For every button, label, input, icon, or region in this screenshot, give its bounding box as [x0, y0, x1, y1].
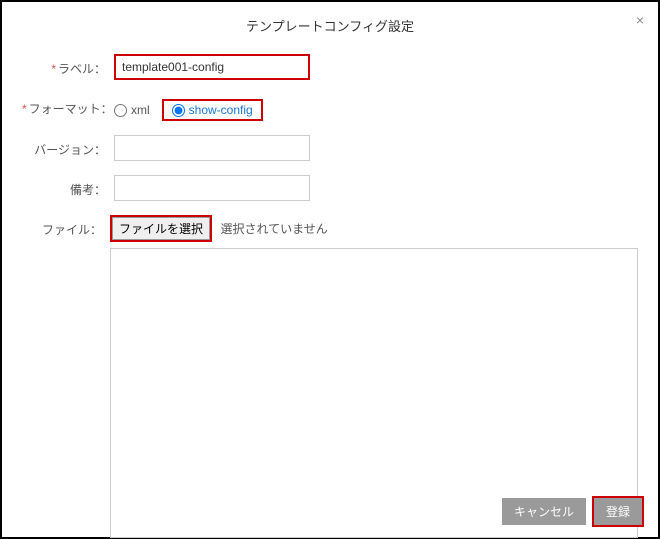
label-version: バージョン： [22, 135, 114, 158]
dialog-title: テンプレートコンフィグ設定 [246, 19, 414, 34]
label-label: *ラベル： [22, 54, 114, 77]
dialog-header: テンプレートコンフィグ設定 × [2, 2, 658, 54]
version-input[interactable] [114, 135, 310, 161]
row-remarks: 備考： [22, 175, 638, 201]
label-file: ファイル： [22, 215, 110, 238]
template-config-dialog: テンプレートコンフィグ設定 × *ラベル： *フォーマット： xml [2, 2, 658, 537]
cancel-button[interactable]: キャンセル [502, 498, 586, 525]
required-star-icon: * [22, 102, 27, 116]
radio-xml-input[interactable] [114, 104, 127, 117]
format-radio-show-config[interactable]: show-config [162, 99, 263, 121]
radio-showconfig-input[interactable] [172, 104, 185, 117]
form-area: *ラベル： *フォーマット： xml show-config [2, 54, 658, 538]
row-version: バージョン： [22, 135, 638, 161]
row-file: ファイル： ファイルを選択 選択されていません [22, 215, 638, 538]
format-radio-xml[interactable]: xml [114, 103, 150, 117]
dialog-footer: キャンセル 登録 [502, 496, 644, 527]
remarks-input[interactable] [114, 175, 310, 201]
label-remarks: 備考： [22, 175, 114, 198]
submit-button[interactable]: 登録 [594, 498, 642, 525]
label-input[interactable] [114, 54, 310, 80]
close-icon[interactable]: × [636, 12, 644, 28]
row-label: *ラベル： [22, 54, 638, 80]
required-star-icon: * [51, 62, 56, 76]
file-select-button[interactable]: ファイルを選択 [112, 217, 210, 240]
label-format: *フォーマット： [22, 94, 114, 117]
row-format: *フォーマット： xml show-config [22, 94, 638, 121]
file-content-textarea[interactable] [110, 248, 638, 538]
file-status-text: 選択されていません [220, 222, 327, 236]
